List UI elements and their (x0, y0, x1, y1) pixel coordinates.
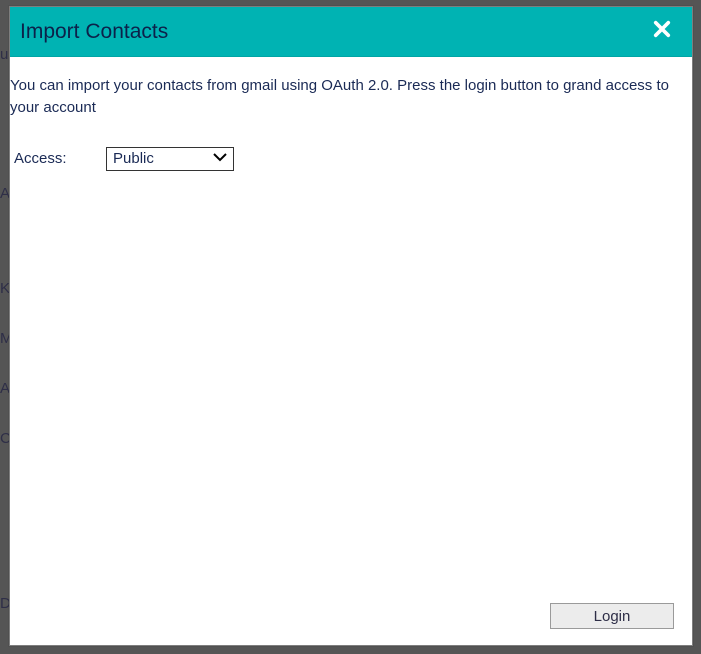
dialog-header: Import Contacts (10, 7, 692, 57)
close-button[interactable] (646, 16, 678, 48)
access-select[interactable]: Public (106, 147, 234, 171)
login-button[interactable]: Login (550, 603, 674, 629)
access-row: Access: Public (10, 147, 692, 171)
dialog-body: You can import your contacts from gmail … (10, 57, 692, 595)
modal-backdrop: u A K M A C D Import Contacts You can im… (0, 0, 701, 654)
access-select-value: Public (113, 150, 227, 167)
import-contacts-dialog: Import Contacts You can import your cont… (9, 6, 693, 646)
close-icon (653, 20, 671, 43)
access-label: Access: (14, 150, 106, 167)
chevron-down-icon (213, 150, 227, 168)
dialog-title: Import Contacts (20, 20, 168, 44)
dialog-footer: Login (10, 595, 692, 645)
bg-glyph: u (0, 46, 8, 63)
intro-text: You can import your contacts from gmail … (10, 75, 692, 119)
